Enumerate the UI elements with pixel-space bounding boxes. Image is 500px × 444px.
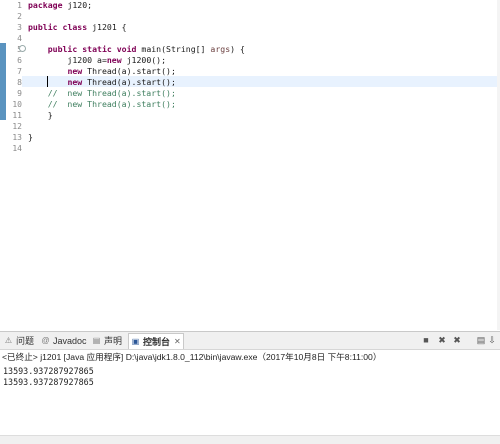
console-launch-header: <已终止> j1201 [Java 应用程序] D:\java\jdk1.8.0…: [2, 352, 382, 362]
code-token: new: [106, 55, 122, 65]
code-token: }: [28, 110, 53, 120]
code-token: j1201 {: [87, 22, 127, 32]
code-token: // new Thread(a).start();: [28, 99, 176, 109]
line-number: 11: [12, 111, 22, 120]
console-icon: ▣: [131, 337, 140, 346]
tab-declaration[interactable]: ▤ 声明: [92, 333, 122, 348]
tab-javadoc[interactable]: @ Javadoc: [41, 333, 87, 348]
tab-label: Javadoc: [53, 335, 87, 346]
line-number: 12: [12, 122, 22, 131]
code-token: void: [116, 44, 137, 54]
code-token: }: [28, 132, 33, 142]
code-editor[interactable]: 1234567891011121314 package j120;public …: [0, 0, 500, 330]
tab-console[interactable]: ▣ 控制台 ✕: [128, 333, 184, 349]
line-number: 13: [12, 133, 22, 142]
code-token: new: [67, 66, 83, 76]
code-line[interactable]: }: [28, 110, 53, 121]
code-line[interactable]: // new Thread(a).start();: [28, 99, 176, 110]
code-line[interactable]: // new Thread(a).start();: [28, 88, 176, 99]
code-token: package: [28, 0, 63, 10]
code-token: // new Thread(a).start();: [28, 88, 176, 98]
code-line[interactable]: public class j1201 {: [28, 22, 127, 33]
clear-console-button[interactable]: ▤: [476, 335, 486, 345]
code-line[interactable]: package j120;: [28, 0, 92, 11]
code-token: j120;: [62, 0, 93, 10]
code-token: args: [210, 44, 231, 54]
code-token: main(String[]: [136, 44, 211, 54]
code-token: class: [62, 22, 88, 32]
scroll-lock-button[interactable]: ⇩: [487, 335, 497, 345]
remove-launch-button[interactable]: ✖: [437, 335, 447, 345]
tab-label: 控制台: [143, 337, 171, 347]
line-number: 9: [17, 89, 22, 98]
remove-all-terminated-button[interactable]: ✖: [452, 335, 462, 345]
line-number: 4: [17, 34, 22, 43]
line-number: 2: [17, 12, 22, 21]
code-line[interactable]: new Thread(a).start();: [28, 66, 176, 77]
line-number: 1: [17, 1, 22, 10]
code-token: ) {: [230, 44, 245, 54]
line-number: 14: [12, 144, 22, 153]
code-line[interactable]: j1200 a=new j1200();: [28, 55, 166, 66]
tab-problems[interactable]: ⚠ 问题: [4, 333, 34, 348]
code-token: Thread(a).start();: [82, 66, 176, 76]
line-number: 7: [17, 67, 22, 76]
console-view: ⚠ 问题 @ Javadoc ▤ 声明 ▣ 控制台 ✕ ■ ✖ ✖ ▤ ⇩ <已终止> j1201 [Ja…: [0, 331, 500, 444]
code-line[interactable]: new Thread(a).start();: [28, 77, 176, 88]
line-number: 6: [17, 56, 22, 65]
tab-label: 问题: [16, 336, 35, 346]
code-token: static: [82, 44, 112, 54]
code-token: j1200 a=: [28, 55, 107, 65]
terminate-button[interactable]: ■: [421, 335, 431, 345]
declaration-icon: ▤: [92, 336, 101, 345]
view-tab-bar: ⚠ 问题 @ Javadoc ▤ 声明 ▣ 控制台 ✕ ■ ✖ ✖ ▤ ⇩: [0, 332, 500, 350]
code-token: j1200();: [121, 55, 167, 65]
code-line[interactable]: public static void main(String[] args) {: [28, 44, 245, 55]
code-token: new: [67, 77, 83, 87]
code-line[interactable]: }: [28, 132, 33, 143]
code-token: public: [47, 44, 78, 54]
line-number: 3: [17, 23, 22, 32]
close-icon[interactable]: ✕: [174, 337, 181, 346]
line-number: 8: [17, 78, 22, 87]
console-output-line: 13593.937287927865: [3, 366, 94, 376]
code-token: public: [28, 22, 58, 32]
javadoc-icon: @: [41, 336, 50, 345]
code-token: Thread(a).start();: [82, 77, 176, 87]
problems-icon: ⚠: [4, 336, 13, 345]
fold-marker-icon[interactable]: [19, 45, 26, 52]
console-output-line: 13593.937287927865: [3, 377, 94, 387]
line-number: 10: [12, 100, 22, 109]
tab-label: 声明: [104, 336, 123, 346]
